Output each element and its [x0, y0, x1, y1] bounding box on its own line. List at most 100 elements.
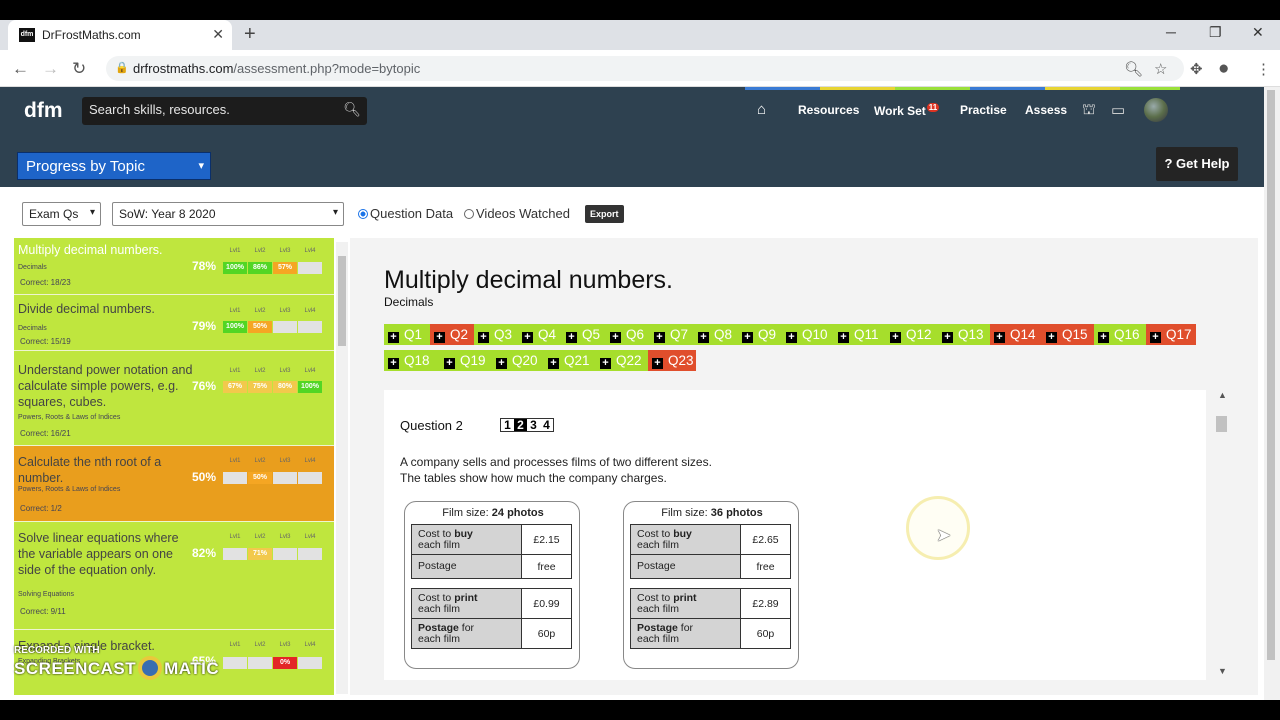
- plus-icon: +: [890, 332, 901, 343]
- export-button[interactable]: Export: [585, 205, 624, 223]
- question-button[interactable]: + Q17: [1146, 324, 1196, 345]
- price-label-text: each film: [637, 632, 680, 645]
- question-text-line2: The tables show how much the company cha…: [400, 471, 667, 485]
- browser-toolbar: ← → ↻ 🔒 drfrostmaths.com/assessment.php?…: [0, 50, 1280, 87]
- topic-correct: Correct: 1/2: [20, 504, 62, 513]
- question-part-tab[interactable]: 3: [527, 419, 540, 431]
- question-button[interactable]: + Q9: [738, 324, 782, 345]
- question-button[interactable]: + Q15: [1042, 324, 1094, 345]
- home-icon[interactable]: ⌂: [757, 101, 766, 118]
- price-label-text: Postage: [637, 560, 676, 572]
- question-panel-scrollbar[interactable]: ▲ ▼: [1214, 390, 1230, 680]
- topic-list-scroll-thumb[interactable]: [338, 256, 346, 346]
- search-icon[interactable]: 🔍︎: [343, 101, 361, 118]
- question-button[interactable]: + Q2: [430, 324, 474, 345]
- question-button[interactable]: + Q7: [650, 324, 694, 345]
- level-score: 50%: [248, 472, 272, 484]
- site-logo[interactable]: dfm: [24, 99, 63, 123]
- menu-dots-icon[interactable]: ⋮: [1256, 60, 1271, 78]
- question-button[interactable]: + Q1: [384, 324, 430, 345]
- plus-icon: +: [478, 332, 489, 343]
- level-header: Lvl4: [304, 642, 316, 648]
- question-part-tab[interactable]: 2: [514, 419, 527, 431]
- close-window-icon[interactable]: ✕: [1252, 24, 1264, 41]
- question-parts: 1234: [500, 418, 554, 432]
- question-button[interactable]: + Q8: [694, 324, 738, 345]
- back-icon[interactable]: ←: [12, 59, 29, 79]
- profile-icon[interactable]: ●: [1218, 58, 1229, 80]
- nav-assess[interactable]: Assess: [1025, 103, 1067, 117]
- site-header: dfm 🔍︎ ⌂ Resources Work Set11 Practise A…: [0, 87, 1264, 187]
- question-button[interactable]: + Q19: [440, 350, 492, 371]
- level-header: Lvl3: [279, 642, 291, 648]
- question-button-label: Q16: [1114, 327, 1140, 342]
- radio-selected-icon: [358, 209, 368, 219]
- scroll-thumb[interactable]: [1216, 416, 1227, 432]
- forward-icon[interactable]: →: [42, 59, 59, 79]
- radio-question-data[interactable]: Question Data: [358, 206, 453, 221]
- browser-tab[interactable]: dfm DrFrostMaths.com ✕: [8, 20, 232, 50]
- level-score: [298, 657, 322, 669]
- minimize-icon[interactable]: ─: [1166, 24, 1176, 40]
- question-button[interactable]: + Q20: [492, 350, 544, 371]
- question-button[interactable]: + Q18: [384, 350, 440, 371]
- question-part-tab[interactable]: 4: [540, 419, 553, 431]
- scroll-down-icon[interactable]: ▼: [1218, 666, 1227, 676]
- topic-list: Multiply decimal numbers. Decimals Correct…: [14, 238, 334, 695]
- question-button[interactable]: + Q23: [648, 350, 696, 371]
- close-tab-icon[interactable]: ✕: [212, 26, 224, 43]
- question-type-select[interactable]: Exam Qs ▾: [22, 202, 101, 226]
- scroll-up-icon[interactable]: ▲: [1218, 390, 1227, 400]
- price-value: £0.99: [521, 588, 572, 619]
- level-header: Lvl4: [304, 308, 316, 314]
- question-button[interactable]: + Q12: [886, 324, 938, 345]
- question-button[interactable]: + Q21: [544, 350, 596, 371]
- topic-row[interactable]: Calculate the nth root of a number. Power…: [14, 446, 334, 522]
- address-bar[interactable]: 🔒 drfrostmaths.com/assessment.php?mode=b…: [106, 56, 1184, 81]
- search-input[interactable]: [89, 102, 339, 117]
- reload-icon[interactable]: ↻: [72, 59, 86, 79]
- question-button-label: Q9: [758, 327, 777, 342]
- topic-category: Solving Equations: [18, 591, 75, 598]
- question-button[interactable]: + Q3: [474, 324, 518, 345]
- classroom-icon[interactable]: ⛫: [1082, 101, 1096, 120]
- nav-practise[interactable]: Practise: [960, 103, 1007, 117]
- extensions-icon[interactable]: ✥: [1190, 60, 1203, 78]
- restore-icon[interactable]: ❐: [1209, 24, 1222, 41]
- topic-row[interactable]: Solve linear equations where the variabl…: [14, 522, 334, 630]
- bookmark-star-icon[interactable]: ☆: [1154, 60, 1167, 78]
- question-button[interactable]: + Q6: [606, 324, 650, 345]
- scheme-of-work-select[interactable]: SoW: Year 8 2020 ▾: [112, 202, 344, 226]
- new-tab-button[interactable]: +: [244, 24, 256, 44]
- question-button[interactable]: + Q22: [596, 350, 648, 371]
- question-button[interactable]: + Q10: [782, 324, 834, 345]
- page-scroll-thumb[interactable]: [1267, 90, 1275, 660]
- nav-workset[interactable]: Work Set 11: [874, 103, 940, 118]
- topic-row[interactable]: Understand power notation and calculate …: [14, 351, 334, 446]
- price-label: Cost to buy each film: [411, 524, 522, 555]
- level-score: 100%: [298, 381, 322, 393]
- question-button-label: Q8: [714, 327, 733, 342]
- question-button[interactable]: + Q4: [518, 324, 562, 345]
- question-button-label: Q13: [958, 327, 984, 342]
- question-button[interactable]: + Q13: [938, 324, 990, 345]
- nav-resources[interactable]: Resources: [798, 103, 859, 117]
- question-button[interactable]: + Q14: [990, 324, 1042, 345]
- avatar[interactable]: [1144, 98, 1168, 122]
- plus-icon: +: [1150, 332, 1161, 343]
- topic-row[interactable]: Divide decimal numbers. Decimals Correct: …: [14, 295, 334, 351]
- question-button[interactable]: + Q5: [562, 324, 606, 345]
- radio-videos-watched[interactable]: Videos Watched: [464, 206, 570, 221]
- question-part-tab[interactable]: 1: [501, 419, 514, 431]
- topic-category: Powers, Roots & Laws of Indices: [18, 414, 121, 421]
- question-button[interactable]: + Q11: [834, 324, 886, 345]
- question-button-label: Q10: [802, 327, 828, 342]
- price-label: Postage for each film: [630, 618, 741, 649]
- messages-icon[interactable]: ▭: [1111, 101, 1125, 119]
- get-help-button[interactable]: ? Get Help: [1156, 147, 1238, 181]
- question-button[interactable]: + Q16: [1094, 324, 1146, 345]
- view-mode-select[interactable]: Progress by Topic ▾: [17, 152, 211, 180]
- main-panel: Multiply decimal numbers. Decimals + Q1 + Q…: [350, 238, 1258, 695]
- topic-row[interactable]: Multiply decimal numbers. Decimals Correct…: [14, 238, 334, 295]
- zoom-icon[interactable]: 🔍︎: [1124, 60, 1143, 78]
